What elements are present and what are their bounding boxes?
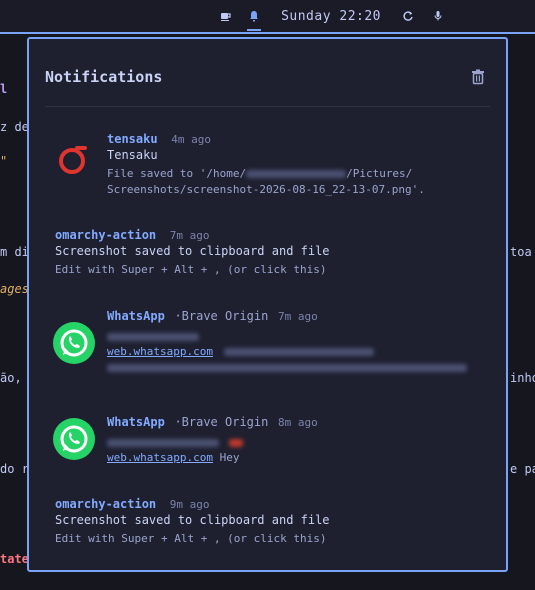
sync-icon[interactable] (399, 7, 417, 25)
notification-summary: Tensaku (107, 148, 158, 162)
whatsapp-icon (53, 418, 95, 460)
whatsapp-link[interactable]: web.whatsapp.com (107, 451, 213, 464)
message-text: Hey (219, 451, 240, 464)
editor-fragment: toa (510, 245, 532, 259)
panel-title: Notifications (45, 68, 163, 86)
redacted-text (107, 364, 467, 372)
notification-body: File saved to '/home/ /Pictures/ Screensh… (107, 166, 425, 198)
redacted-sender (107, 432, 243, 451)
timestamp: 7m ago (169, 229, 210, 242)
notification-summary: Screenshot saved to clipboard and file (55, 513, 330, 527)
notification-summary: Screenshot saved to clipboard and file (55, 244, 330, 258)
editor-fragment: do r (0, 462, 29, 476)
redacted-text (107, 438, 219, 447)
redacted-sender (107, 326, 199, 345)
body-text: Screenshots/screenshot-2026-08-16_22-13-… (107, 183, 425, 196)
notification-body: web.whatsapp.com Hey (107, 450, 239, 466)
app-name: WhatsApp (107, 415, 165, 429)
timestamp: 9m ago (169, 498, 210, 511)
top-bar: Sunday 22:20 (0, 0, 535, 32)
browser-source: ·Brave Origin (174, 415, 269, 429)
clock[interactable]: Sunday 22:20 (281, 9, 381, 24)
trash-icon[interactable] (471, 69, 485, 85)
body-text: /Pictures/ (346, 167, 413, 180)
notification-body: web.whatsapp.com (107, 344, 467, 376)
whatsapp-icon (53, 322, 95, 364)
redacted-text (246, 170, 347, 178)
bell-icon[interactable] (245, 7, 263, 31)
app-name: omarchy-action (55, 228, 157, 242)
microphone-icon[interactable] (429, 7, 447, 25)
coffee-icon[interactable] (217, 7, 235, 25)
notification-tensaku[interactable]: tensaku 4m ago Tensaku File saved to '/h… (29, 125, 506, 205)
editor-fragment: l (0, 82, 8, 96)
redacted-text (223, 348, 374, 356)
editor-fragment: inho (510, 371, 535, 385)
timestamp: 4m ago (171, 133, 211, 146)
redacted-emoji (228, 438, 243, 447)
app-name: omarchy-action (55, 497, 157, 511)
notification-body: Edit with Super + Alt + , (or click this… (55, 532, 327, 545)
editor-fragment: ão, (0, 371, 22, 385)
whatsapp-link[interactable]: web.whatsapp.com (107, 345, 213, 358)
notification-omarchy-action[interactable]: omarchy-action 7m ago Screenshot saved t… (29, 222, 506, 282)
timestamp: 8m ago (278, 416, 318, 429)
editor-fragment: e pa (510, 462, 535, 476)
browser-source: ·Brave Origin (174, 309, 269, 323)
editor-fragment: tate (0, 552, 29, 566)
notification-whatsapp[interactable]: WhatsApp ·Brave Origin 8m ago web.whatsa… (29, 408, 506, 478)
body-text: File saved to '/home/ (107, 167, 247, 180)
notification-whatsapp[interactable]: WhatsApp ·Brave Origin 7m ago web.whatsa… (29, 302, 506, 382)
editor-fragment: z de (0, 120, 29, 134)
notification-panel: Notifications tensaku 4m ago Tensaku Fil… (27, 37, 508, 572)
editor-fragment: ages (0, 282, 29, 296)
editor-fragment: m di (0, 245, 29, 259)
divider (45, 106, 490, 107)
redacted-text (107, 332, 199, 341)
tensaku-app-icon (57, 144, 89, 176)
app-name: WhatsApp (107, 309, 165, 323)
notification-body: Edit with Super + Alt + , (or click this… (55, 263, 327, 276)
notification-omarchy-action[interactable]: omarchy-action 9m ago Screenshot saved t… (29, 491, 506, 551)
timestamp: 7m ago (278, 310, 318, 323)
app-name: tensaku (107, 132, 158, 146)
editor-fragment: " (0, 154, 8, 168)
